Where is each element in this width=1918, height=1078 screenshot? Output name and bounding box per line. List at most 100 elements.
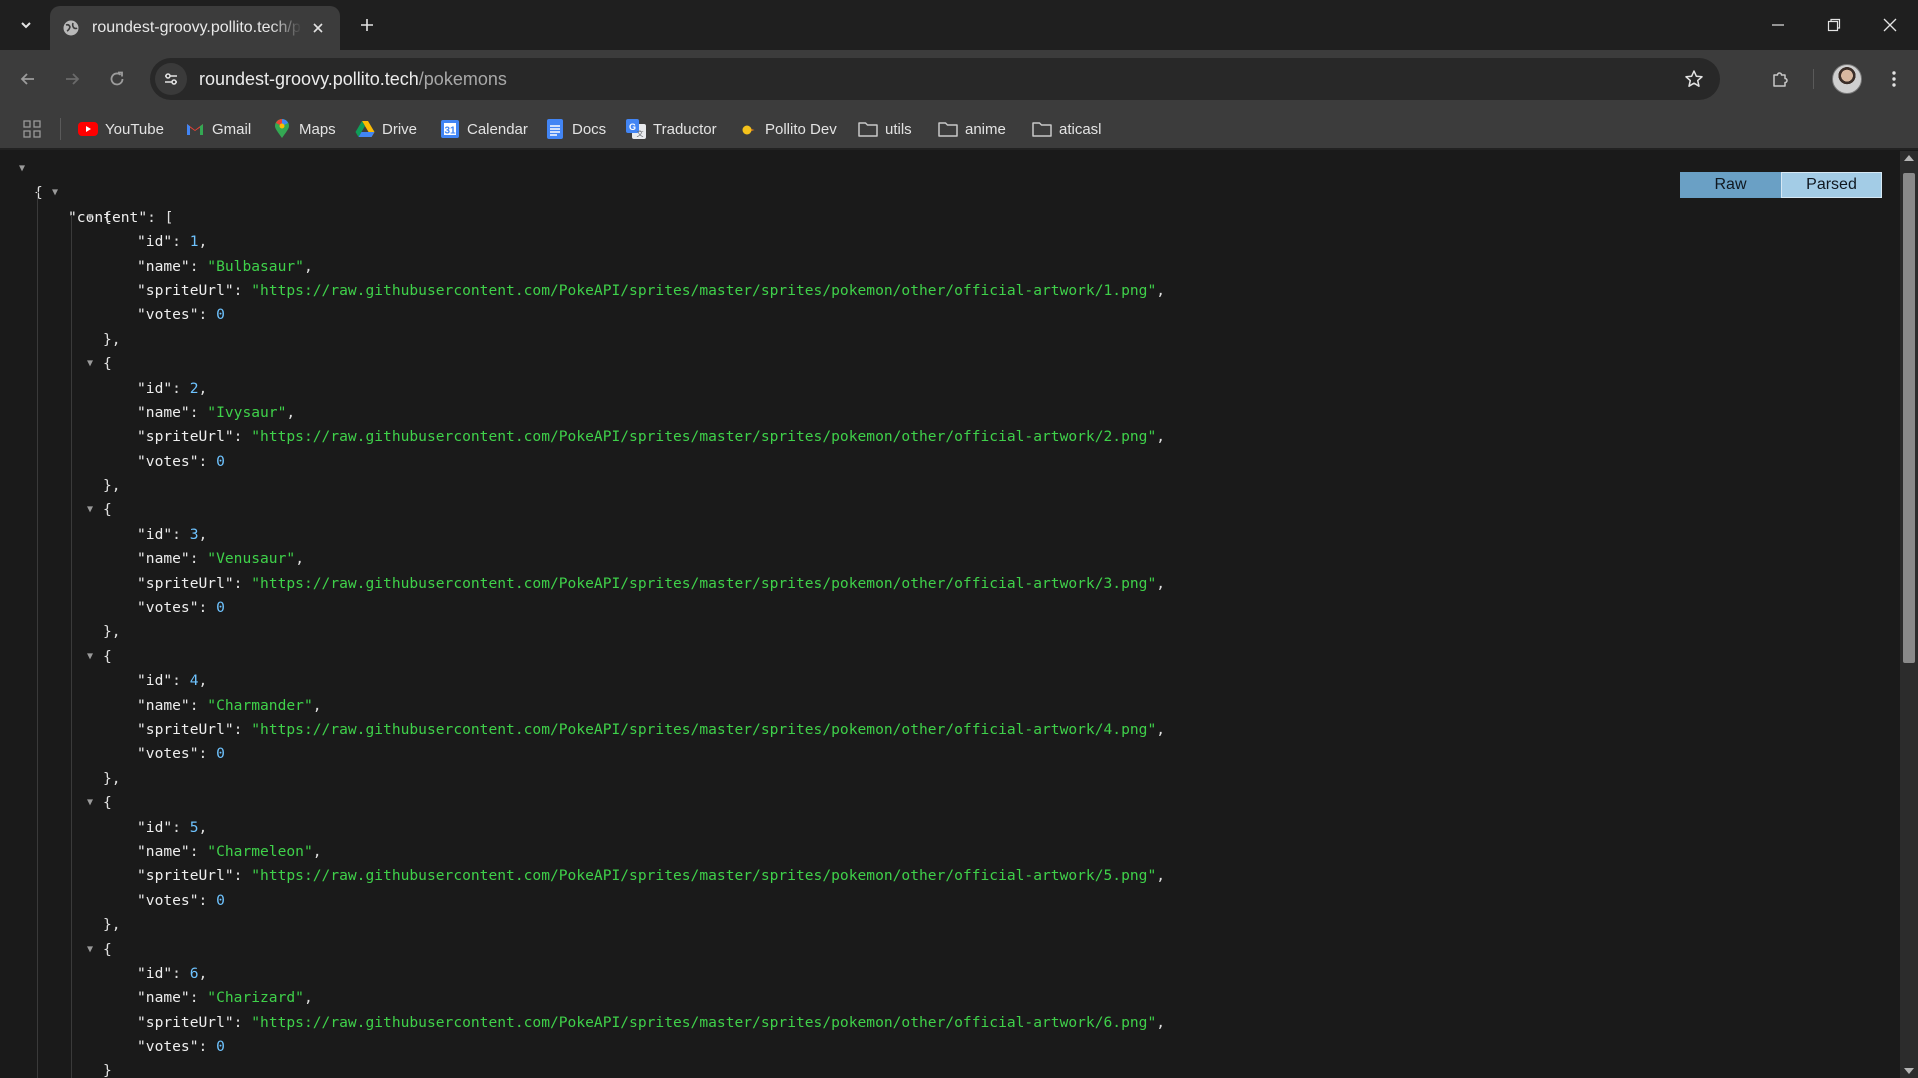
json-field-wrap: "name": "Charizard", — [137, 986, 313, 1010]
json-value-id: 2 — [189, 379, 199, 397]
bookmark-label: Gmail — [212, 120, 252, 138]
json-value-name: Bulbasaur — [216, 257, 296, 275]
raw-view-button[interactable]: Raw — [1680, 172, 1781, 198]
json-value-id: 6 — [189, 964, 199, 982]
bookmark-docs[interactable]: Docs — [545, 115, 606, 143]
json-field-wrap: "name": "Charmeleon", — [137, 840, 322, 864]
vertical-scrollbar[interactable] — [1900, 151, 1918, 1078]
scroll-up-arrow-icon[interactable] — [1904, 155, 1914, 161]
json-field-wrap: "name": "Ivysaur", — [137, 401, 295, 425]
arrow-right-icon — [66, 73, 80, 85]
json-field-name: "name": "Bulbasaur", — [0, 255, 313, 279]
json-quote: " — [207, 842, 217, 860]
json-brace: { — [103, 794, 112, 812]
json-colon: : — [172, 672, 190, 690]
json-brace: { — [103, 208, 112, 226]
bookmark-maps[interactable]: Maps — [272, 115, 336, 143]
json-value-spriteUrl: https://raw.githubusercontent.com/PokeAP… — [260, 1013, 1148, 1031]
restore-button[interactable] — [1806, 0, 1862, 50]
profile-avatar[interactable] — [1832, 64, 1862, 94]
json-quote: " — [286, 550, 296, 568]
minimize-button[interactable] — [1750, 0, 1806, 50]
json-brace: }, — [103, 330, 121, 348]
json-comma: , — [198, 672, 208, 690]
json-field-spriteUrl: "spriteUrl": "https://raw.githubusercont… — [0, 425, 1165, 449]
site-info-button[interactable] — [155, 63, 187, 95]
json-value-votes: 0 — [216, 891, 225, 909]
youtube-icon — [78, 119, 98, 139]
bookmark-label: Maps — [299, 120, 336, 138]
bookmark-youtube[interactable]: YouTube — [78, 115, 164, 143]
collapse-toggle-icon[interactable]: ▼ — [84, 797, 96, 809]
bookmark-label: aticasl — [1059, 120, 1102, 138]
bookmark-pollito-dev[interactable]: Pollito Dev — [738, 115, 837, 143]
json-field-spriteUrl: "spriteUrl": "https://raw.githubusercont… — [0, 864, 1165, 888]
bookmark-gmail[interactable]: Gmail — [185, 115, 251, 143]
json-quote: " — [251, 720, 261, 738]
forward-button[interactable] — [56, 63, 88, 95]
json-field-id: "id": 1, — [0, 230, 207, 254]
address-bar[interactable]: roundest-groovy.pollito.tech/pokemons — [150, 58, 1720, 100]
json-value-spriteUrl: https://raw.githubusercontent.com/PokeAP… — [260, 574, 1148, 592]
json-field-wrap: "name": "Venusaur", — [137, 547, 304, 571]
json-comma: , — [1156, 428, 1166, 446]
json-field-wrap: "spriteUrl": "https://raw.githubusercont… — [137, 572, 1165, 596]
collapse-toggle-icon[interactable]: ▼ — [84, 504, 96, 516]
bookmark-calendar[interactable]: 31 Calendar — [440, 115, 528, 143]
bookmark-traductor[interactable]: G文 Traductor — [626, 115, 717, 143]
json-key: "votes" — [137, 306, 199, 324]
reload-button[interactable] — [101, 63, 133, 95]
collapse-toggle-icon[interactable]: ▼ — [84, 944, 96, 956]
collapse-toggle-icon[interactable]: ▼ — [84, 651, 96, 663]
apps-button[interactable] — [20, 117, 44, 141]
json-field-wrap: "id": 3, — [137, 523, 207, 547]
bookmark-drive[interactable]: Drive — [355, 115, 417, 143]
json-value-spriteUrl: https://raw.githubusercontent.com/PokeAP… — [260, 720, 1148, 738]
json-value-name: Charmander — [216, 696, 304, 714]
bookmark-label: YouTube — [105, 120, 164, 138]
json-items: ▼{"id": 1, "name": "Bulbasaur", "spriteUrl… — [0, 206, 1165, 1078]
json-tree: ▼{ ▼ "content": [ ▼{"id": 1, "name": "Bulb… — [0, 151, 1165, 1078]
json-viewer: ▼{ ▼ "content": [ ▼{"id": 1, "name": "Bulb… — [0, 151, 1900, 1078]
json-colon: : — [198, 452, 217, 470]
json-colon: : — [233, 1013, 252, 1031]
bookmark-star-button[interactable] — [1682, 67, 1706, 91]
collapse-toggle-icon[interactable]: ▼ — [49, 187, 61, 199]
json-colon: : — [189, 696, 208, 714]
indent-guide — [37, 191, 38, 1078]
toolbar-separator — [1813, 69, 1814, 89]
chevron-down-icon — [21, 22, 31, 29]
json-key: "spriteUrl" — [137, 1013, 234, 1031]
json-field-name: "name": "Charizard", — [0, 986, 313, 1010]
json-colon: : — [198, 306, 217, 324]
bookmark-folder-aticasl[interactable]: aticasl — [1032, 115, 1102, 143]
json-quote: " — [1147, 428, 1157, 446]
browser-tab[interactable]: roundest-groovy.pollito.tech/pokemons — [50, 6, 340, 50]
json-value-name: Charizard — [216, 989, 296, 1007]
tune-icon — [165, 73, 177, 85]
scroll-down-arrow-icon[interactable] — [1904, 1068, 1914, 1074]
tab-close-button[interactable] — [308, 18, 328, 38]
extensions-button[interactable] — [1764, 63, 1796, 95]
bookmark-label: Docs — [572, 120, 607, 138]
json-comma: , — [286, 403, 296, 421]
browser-menu-button[interactable] — [1880, 63, 1908, 95]
close-window-button[interactable] — [1862, 0, 1918, 50]
back-button[interactable] — [12, 63, 44, 95]
json-field-wrap: "spriteUrl": "https://raw.githubusercont… — [137, 425, 1165, 449]
parsed-view-button[interactable]: Parsed — [1781, 172, 1882, 198]
collapse-toggle-icon[interactable]: ▼ — [84, 212, 96, 224]
collapse-toggle-icon[interactable]: ▼ — [84, 358, 96, 370]
restore-icon — [1827, 18, 1841, 32]
new-tab-button[interactable] — [354, 12, 380, 38]
plus-icon — [361, 19, 373, 31]
tab-search-button[interactable] — [10, 10, 42, 40]
json-object-open: ▼{ — [0, 498, 112, 522]
collapse-toggle-icon[interactable]: ▼ — [16, 163, 28, 175]
bookmark-folder-utils[interactable]: utils — [858, 115, 912, 143]
bookmark-folder-anime[interactable]: anime — [938, 115, 1006, 143]
json-quote: " — [1147, 1013, 1157, 1031]
json-comma: , — [1156, 574, 1166, 592]
scrollbar-thumb[interactable] — [1903, 173, 1915, 663]
json-field-wrap: "votes": 0 — [137, 742, 225, 766]
